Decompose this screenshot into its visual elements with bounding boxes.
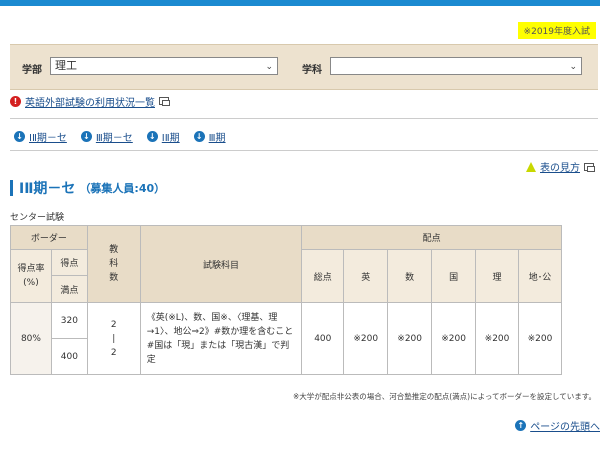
allocation-cell: ※200 [387, 302, 433, 375]
total-cell: 400 [301, 302, 345, 375]
beginner-mark-icon [526, 161, 536, 172]
english-exam-link[interactable]: 英語外部試験の利用状況一覧 [25, 94, 155, 109]
count-char: | [112, 333, 116, 344]
full-score-header: 満点 [50, 275, 88, 303]
footnote: ※大学が配点非公表の場合、河合塾推定の配点(満点)によってボーダーを設定していま… [292, 392, 596, 401]
score-header: 得点 [50, 249, 88, 276]
department-label: 学科 [302, 65, 322, 76]
subject-count-cell: 2 | 2 [86, 302, 141, 375]
header-char: 科 [109, 259, 119, 269]
allocation-cell: ※200 [475, 302, 519, 375]
notice-row: ! 英語外部試験の利用状況一覧 [10, 94, 170, 109]
faculty-select-value: 理工 [55, 59, 77, 72]
page-top: ↑ ページの先頭へ [515, 418, 600, 433]
page-top-link[interactable]: ページの先頭へ [530, 418, 600, 433]
allocation-col-math: 数 [387, 249, 433, 303]
search-panel: 学部 理工 ⌄ 学科 ⌄ [10, 44, 598, 90]
score-cell: 320 [50, 302, 88, 339]
jump-link-item[interactable]: ↓ ⅠⅡ期－セ [14, 129, 67, 144]
jump-link-item[interactable]: ↓ Ⅲ期－セ [80, 129, 133, 144]
border-header: ボーダー [10, 225, 88, 250]
score-table: ボーダー 教 科 数 試験科目 配点 得点率 (%) 得点 総点 英 数 国 理… [10, 225, 562, 375]
count-char: 2 [110, 347, 117, 358]
title-accent-bar [10, 180, 13, 196]
jump-link-label[interactable]: ⅠⅡ期 [162, 129, 180, 144]
rate-header: 得点率 (%) [10, 249, 52, 303]
arrow-down-icon: ↓ [146, 131, 158, 142]
subjects-cell: 《英(※L)、数、国※、〈理基、理→1〉、地公⇒2》#数か理を含むこと#国は「現… [139, 302, 303, 375]
allocation-col-total: 総点 [301, 249, 345, 303]
arrow-down-icon: ↓ [193, 131, 205, 142]
new-window-icon [584, 162, 595, 172]
allocation-col-english: 英 [343, 249, 389, 303]
header-char: 教 [109, 245, 119, 255]
section-title-text: ⅠⅡ期－セ [19, 181, 76, 197]
exam-type-label: センター試験 [10, 213, 65, 223]
allocation-col-science: 理 [475, 249, 519, 303]
count-char: 2 [110, 319, 117, 330]
alert-icon: ! [10, 95, 21, 107]
arrow-down-icon: ↓ [80, 131, 92, 142]
arrow-down-icon: ↓ [14, 131, 25, 142]
department-select[interactable]: ⌄ [330, 57, 582, 75]
jump-link-item[interactable]: ↓ Ⅲ期 [193, 129, 226, 144]
year-badge: ※2019年度入試 [517, 22, 596, 39]
allocation-cell: ※200 [518, 302, 562, 375]
faculty-label: 学部 [22, 65, 42, 76]
table-guide-link[interactable]: 表の見方 [540, 159, 580, 174]
section-jump-links: ↓ ⅠⅡ期－セ ↓ Ⅲ期－セ ↓ ⅠⅡ期 ↓ Ⅲ期 [14, 129, 240, 144]
divider [10, 118, 598, 119]
allocation-col-geo-civics: 地･公 [518, 249, 562, 303]
subject-count-header: 教 科 数 [86, 225, 141, 303]
jump-link-label[interactable]: Ⅲ期－セ [96, 129, 133, 144]
faculty-select[interactable]: 理工 ⌄ [50, 57, 278, 75]
header-char: 数 [109, 273, 119, 283]
chevron-down-icon: ⌄ [265, 62, 273, 72]
section-subtitle: （募集人員:40） [79, 182, 166, 195]
jump-link-item[interactable]: ↓ ⅠⅡ期 [146, 129, 180, 144]
rate-cell: 80% [10, 302, 52, 375]
allocation-cell: ※200 [431, 302, 477, 375]
table-guide: 表の見方 [526, 159, 595, 174]
chevron-down-icon: ⌄ [569, 62, 577, 72]
jump-link-label[interactable]: ⅠⅡ期－セ [29, 129, 67, 144]
section-title: ⅠⅡ期－セ （募集人員:40） [10, 178, 165, 198]
allocation-header: 配点 [301, 225, 562, 250]
divider [10, 150, 598, 151]
arrow-up-icon: ↑ [515, 420, 527, 431]
top-accent-bar [0, 0, 600, 6]
subjects-header: 試験科目 [139, 225, 303, 303]
new-window-icon [159, 97, 170, 106]
jump-link-label[interactable]: Ⅲ期 [209, 129, 226, 144]
allocation-cell: ※200 [343, 302, 389, 375]
allocation-col-japanese: 国 [431, 249, 477, 303]
full-score-cell: 400 [50, 338, 88, 375]
